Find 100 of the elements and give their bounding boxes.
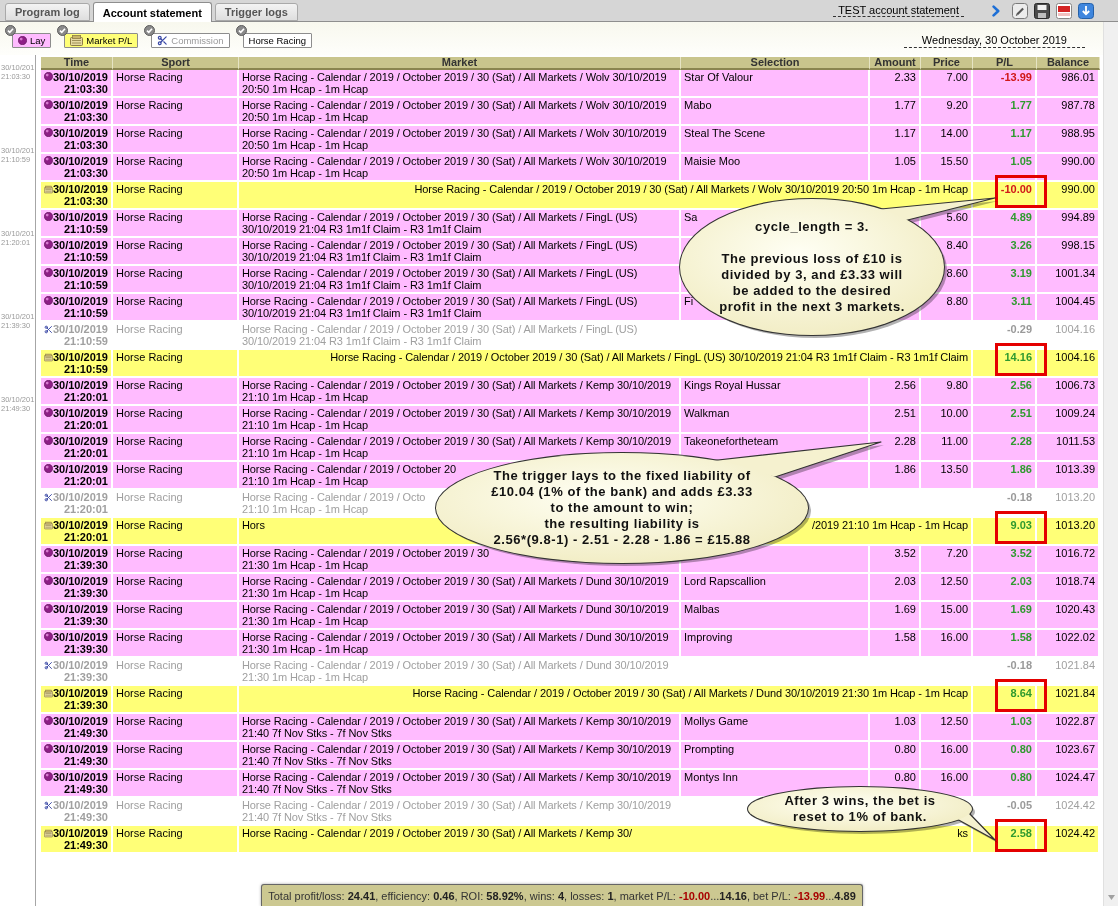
- window-icon[interactable]: [1056, 2, 1072, 19]
- pl-value: 1.69: [1010, 603, 1032, 615]
- timestamp: 30/10/2019 21:39:30: [52, 575, 108, 599]
- table-cell: 1013.20: [1037, 518, 1100, 546]
- table-cell: 1009.24: [1037, 406, 1100, 434]
- table-cell: Horse Racing - Calendar / 2019 / October 2019 / 30 (Sat) / All Markets / Kemp 30/10/2019 21:40 7f Nov Stks - 7f Nov Stks: [239, 714, 681, 742]
- table-cell: Horse Racing - Calendar / 2019 / October 2019 / 30 (Sat) / All Markets / Kemp 30/10/2019 21:10 1m Hcap - 1m Hcap: [239, 378, 681, 406]
- report-title[interactable]: TEST account statement: [833, 4, 964, 17]
- column-header: Price: [921, 57, 973, 70]
- save-icon[interactable]: [1034, 2, 1050, 19]
- table-cell: 15.00: [921, 602, 973, 630]
- timestamp: 30/10/2019 21:10:59: [52, 267, 108, 291]
- table-cell: Horse Racing: [113, 742, 239, 770]
- timestamp: 30/10/2019 21:39:30: [52, 631, 108, 655]
- table-cell: 1006.73: [1037, 378, 1100, 406]
- table-cell: 13.50: [921, 462, 973, 490]
- download-icon[interactable]: [1078, 2, 1094, 19]
- table-cell: Horse Racing - Calendar / 2019 / October 2019 / 30 (Sat) / All Markets / Kemp 30/10/2019 21:40 7f Nov Stks - 7f Nov Stks: [239, 770, 681, 798]
- table-cell: 1018.74: [1037, 574, 1100, 602]
- tray-icon: [44, 828, 53, 839]
- table-cell: 1.17: [870, 126, 921, 154]
- table-cell: 16.00: [921, 630, 973, 658]
- table-cell: Horse Racing - Calendar / 2019 / October 2019 / 30 (Sat) / All Markets / FingL (US) 30/10/2019 21:04 R3 1m1f Claim - R3 1m1f Claim: [239, 210, 681, 238]
- table-cell: Horse Racing: [113, 574, 239, 602]
- timestamp: 30/10/2019 21:03:30: [52, 155, 108, 179]
- timestamp: 30/10/2019 21:49:30: [52, 715, 108, 739]
- table-cell: Horse Racing - Calendar / 2019 / October 2019 / 30 (Sat) / All Markets / Dund 30/10/2019 21:30 1m Hcap - 1m Hcap: [239, 574, 681, 602]
- ball-icon: [44, 436, 53, 445]
- tab[interactable]: Account statement: [92, 2, 212, 22]
- filter-toggle[interactable]: Horse Racing: [242, 33, 313, 48]
- table-cell: Horse Racing: [113, 182, 239, 210]
- pl-value: 8.64: [1010, 687, 1032, 699]
- table-cell: 16.00: [921, 742, 973, 770]
- date-selector[interactable]: Wednesday, 30 October 2019: [903, 33, 1085, 48]
- pencil-icon[interactable]: [1012, 2, 1028, 19]
- ball-icon: [44, 128, 53, 137]
- pl-value: -0.05: [1006, 799, 1032, 811]
- market-text: Horse Racing - Calendar / 2019 / October 2019 / 30 (Sat) / All Markets / Dund 30/10/2019 21:30 1m Hcap - 1m Hcap: [412, 687, 968, 699]
- table-cell: 10.00: [921, 406, 973, 434]
- timestamp: 30/10/2019 21:20:01: [52, 463, 108, 487]
- table-cell: 1004.45: [1037, 294, 1100, 322]
- column-header: Amount: [870, 57, 921, 70]
- timestamp: 30/10/2019 21:39:30: [52, 687, 108, 711]
- ball-icon: [44, 604, 53, 613]
- table-cell: 990.00: [1037, 154, 1100, 182]
- filter-toggle[interactable]: Market P/L: [64, 33, 139, 48]
- pl-value: 14.16: [1004, 351, 1032, 363]
- table-cell: Prompting: [681, 742, 870, 770]
- filter-toggle[interactable]: Lay: [12, 33, 52, 48]
- pl-value: 4.89: [1010, 211, 1032, 223]
- table-cell: Mollys Game: [681, 714, 870, 742]
- pl-value: 1.05: [1010, 155, 1032, 167]
- ball-icon: [18, 36, 27, 45]
- table-cell: Horse Racing: [113, 826, 239, 854]
- table-cell: Horse Racing: [113, 434, 239, 462]
- pl-value: -0.18: [1006, 659, 1032, 671]
- table-cell: Horse Racing: [113, 266, 239, 294]
- tab[interactable]: Trigger logs: [214, 3, 298, 21]
- scissors-icon: [44, 492, 53, 503]
- table-cell: Horse Racing - Calendar / 2019 / October 2019 / 30 (Sat) / All Markets / FingL (US) 30/10/2019 21:04 R3 1m1f Claim - R3 1m1f Claim: [239, 266, 681, 294]
- scrollbar[interactable]: [1103, 22, 1118, 906]
- table-cell: Malbas: [681, 602, 870, 630]
- column-header: Balance: [1037, 57, 1100, 70]
- table-cell: 11.00: [921, 434, 973, 462]
- column-header: Selection: [681, 57, 870, 70]
- market-text: ks: [957, 827, 968, 839]
- table-cell: 1024.47: [1037, 770, 1100, 798]
- pl-value: 2.56: [1010, 379, 1032, 391]
- timestamp: 30/10/2019 21:20:01: [52, 491, 108, 515]
- table-cell: Horse Racing - Calendar / 2019 / October 2019 / 30 (Sat) / All Markets / FingL (US) 30/10/2019 21:04 R3 1m1f Claim - R3 1m1f Claim: [239, 238, 681, 266]
- table-cell: 8.80: [921, 294, 973, 322]
- tab[interactable]: Program log: [5, 3, 90, 21]
- table-cell: Horse Racing: [113, 70, 239, 98]
- table-cell: Improving: [681, 630, 870, 658]
- timestamp: 30/10/2019 21:49:30: [52, 743, 108, 767]
- table-cell: 2.56: [870, 378, 921, 406]
- timestamp: 30/10/2019 21:10:59: [52, 239, 108, 263]
- ball-icon: [44, 632, 53, 641]
- ball-icon: [44, 156, 53, 165]
- pl-value: 3.26: [1010, 239, 1032, 251]
- table-cell: 7.00: [921, 70, 973, 98]
- ball-icon: [44, 380, 53, 389]
- table-cell: Horse Racing: [113, 238, 239, 266]
- timestamp: 30/10/2019 21:39:30: [52, 603, 108, 627]
- table-cell: Horse Racing: [113, 602, 239, 630]
- table-cell: 1020.43: [1037, 602, 1100, 630]
- table-cell: 990.00: [1037, 182, 1100, 210]
- chevron-right-icon[interactable]: [992, 4, 1000, 17]
- pl-value: 0.80: [1010, 743, 1032, 755]
- pl-value: 2.28: [1010, 435, 1032, 447]
- tray-icon: [70, 35, 84, 46]
- market-text: /2019 21:10 1m Hcap - 1m Hcap: [811, 519, 968, 531]
- table-cell: 1023.67: [1037, 742, 1100, 770]
- table-cell: 1.58: [870, 630, 921, 658]
- table-cell: 12.50: [921, 714, 973, 742]
- table-cell: Horse Racing - Calendar / 2019 / October 2019 / 30 (Sat) / All Markets / Wolv 30/10/2019 20:50 1m Hcap - 1m Hcap: [239, 126, 681, 154]
- pl-value: 3.52: [1010, 547, 1032, 559]
- table-cell: Horse Racing: [113, 714, 239, 742]
- table-cell: Horse Racing - Calendar / 2019 / October 2019 / 30 (Sat) / All Markets / Kemp 30/10/2019 21:10 1m Hcap - 1m Hcap: [239, 406, 681, 434]
- pl-value: -13.99: [1000, 71, 1032, 83]
